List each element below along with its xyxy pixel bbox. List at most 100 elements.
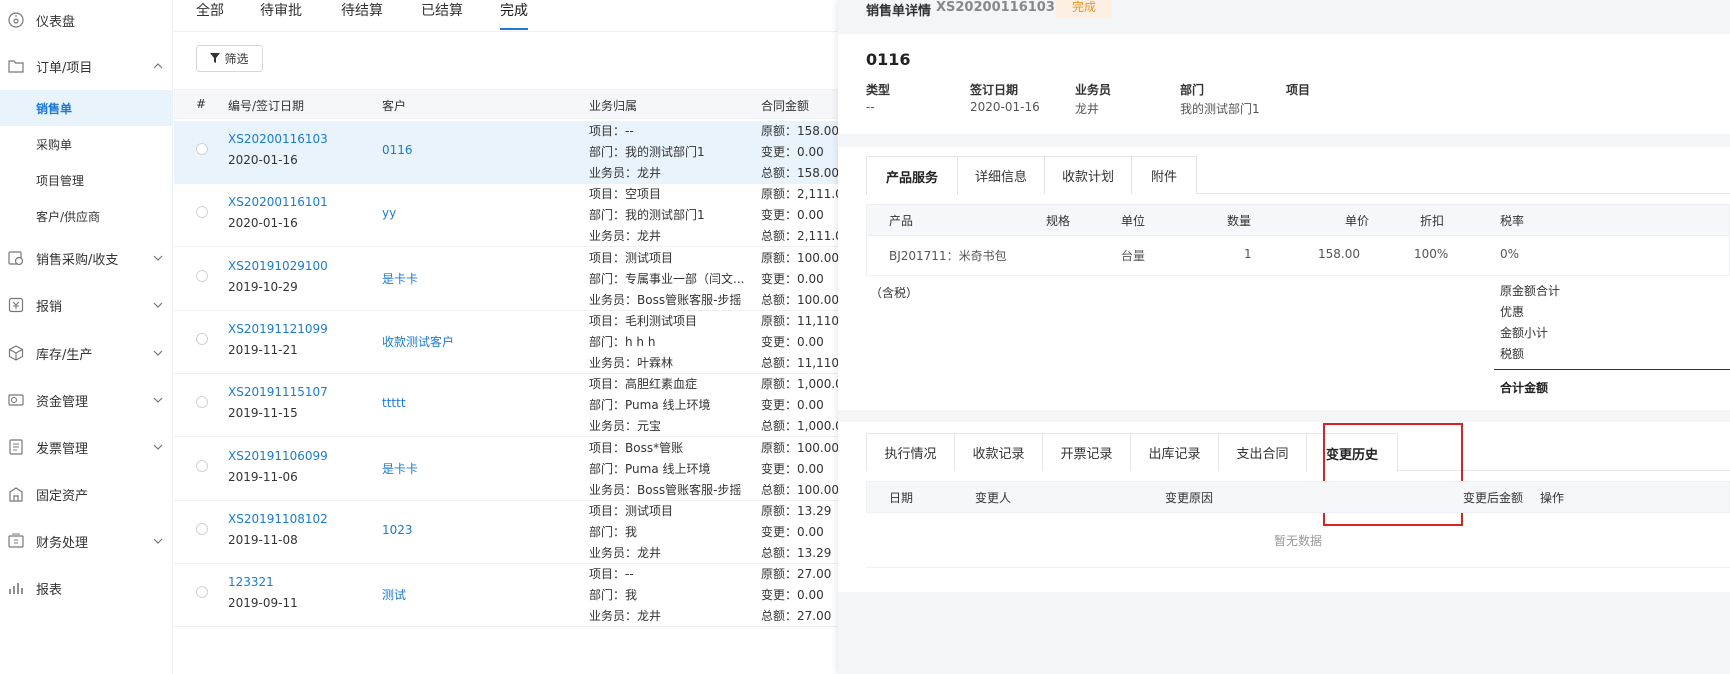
detail-panel: 销售单详情 XS20200116103 完成 0116 类型 签订日期 业务员 … bbox=[838, 0, 1730, 674]
row-radio[interactable] bbox=[196, 522, 208, 535]
row-radio[interactable] bbox=[196, 206, 208, 219]
chart-icon bbox=[8, 580, 24, 596]
records-card: 执行情况 收款记录 开票记录 出库记录 支出合同 变更历史 日期 变更人 变更原… bbox=[838, 422, 1730, 592]
tab-payment-records[interactable]: 收款记录 bbox=[954, 433, 1043, 471]
tab-attachments[interactable]: 附件 bbox=[1131, 156, 1197, 194]
cell-unit: 台量 bbox=[1121, 249, 1146, 263]
row-radio[interactable] bbox=[196, 143, 208, 155]
order-date: 2019-11-21 bbox=[228, 342, 298, 357]
sidebar-item-invoices[interactable]: 发票管理 bbox=[0, 427, 173, 467]
customer-link[interactable]: 测试 bbox=[382, 586, 406, 603]
amount-change: 变更：0.00 bbox=[761, 524, 824, 539]
info-value-date: 2020-01-16 bbox=[970, 100, 1040, 114]
tab-pending-settlement[interactable]: 待结算 bbox=[341, 0, 383, 30]
sidebar-subitem-sales[interactable]: 销售单 bbox=[0, 90, 173, 126]
col-new-amount: 变更后金额 bbox=[1463, 491, 1524, 505]
amount-change: 变更：0.00 bbox=[761, 145, 824, 159]
tab-expense-contracts[interactable]: 支出合同 bbox=[1218, 433, 1307, 471]
customer-link[interactable]: 收款测试客户 bbox=[382, 333, 454, 350]
order-code-link[interactable]: XS20191029100 bbox=[228, 259, 328, 273]
order-code-link[interactable]: XS20191106099 bbox=[228, 449, 328, 463]
customer-link[interactable]: 是卡卡 bbox=[382, 460, 418, 477]
customer-link[interactable]: yy bbox=[382, 206, 396, 220]
table-row[interactable]: XS20191106099 2019-11-06 是卡卡 项目：Boss*管账 部门：P… bbox=[174, 438, 838, 501]
tab-execution[interactable]: 执行情况 bbox=[866, 433, 955, 471]
order-date: 2019-11-08 bbox=[228, 532, 298, 547]
order-code-link[interactable]: XS20200116103 bbox=[228, 132, 328, 146]
tab-pending-approval[interactable]: 待审批 bbox=[260, 0, 302, 30]
tab-outbound-records[interactable]: 出库记录 bbox=[1130, 433, 1219, 471]
table-row[interactable]: XS20191121099 2019-11-21 收款测试客户 项目：毛利测试项目 部门… bbox=[174, 311, 838, 374]
sidebar-subitem-customers[interactable]: 客户/供应商 bbox=[0, 198, 173, 234]
col-reason: 变更原因 bbox=[1165, 491, 1214, 505]
sidebar-item-finance[interactable]: 财务处理 bbox=[0, 521, 173, 561]
detail-header: 销售单详情 XS20200116103 完成 bbox=[838, 0, 1730, 32]
order-code-link[interactable]: XS20191108102 bbox=[228, 512, 328, 526]
sidebar-item-sales-purchase[interactable]: 销售采购/收支 bbox=[0, 238, 173, 278]
table-row[interactable]: XS20200116103 2020-01-16 0116 项目：-- 部门：我的测试部… bbox=[174, 121, 838, 184]
box-icon bbox=[8, 345, 24, 361]
sidebar-item-inventory[interactable]: 库存/生产 bbox=[0, 333, 173, 373]
detail-code: XS20200116103 bbox=[936, 0, 1055, 15]
amount-original: 原额：13.29 bbox=[761, 503, 832, 518]
sidebar-item-assets[interactable]: 固定资产 bbox=[0, 474, 173, 514]
order-code-link[interactable]: 123321 bbox=[228, 575, 274, 589]
sidebar-item-reimburse[interactable]: 报销 bbox=[0, 285, 173, 325]
product-table-header: 产品 规格 单位 数量 单价 折扣 税率 bbox=[866, 204, 1730, 236]
row-radio[interactable] bbox=[196, 396, 208, 409]
sidebar-subitem-label: 项目管理 bbox=[36, 173, 85, 188]
row-radio[interactable] bbox=[196, 269, 208, 282]
order-name: 0116 bbox=[866, 50, 911, 69]
customer-link[interactable]: ttttt bbox=[382, 396, 406, 410]
table-row[interactable]: 123321 2019-09-11 测试 项目：-- 部门：我 业务员：龙井 原额：27.0… bbox=[174, 564, 838, 628]
row-radio[interactable] bbox=[196, 586, 208, 599]
sidebar-subitem-projects[interactable]: 项目管理 bbox=[0, 162, 173, 198]
customer-link[interactable]: 1023 bbox=[382, 523, 413, 537]
col-tax: 税率 bbox=[1500, 214, 1525, 228]
col-price: 单价 bbox=[1345, 214, 1370, 228]
tax-note: （含税） bbox=[870, 286, 919, 300]
tab-invoice-records[interactable]: 开票记录 bbox=[1042, 433, 1131, 471]
finance-icon bbox=[8, 533, 24, 549]
row-radio[interactable] bbox=[196, 332, 208, 345]
table-row[interactable]: BJ201711：米奇书包 台量 1 158.00 100% 0% bbox=[866, 236, 1730, 276]
business-project: 项目：高胆红素血症 bbox=[589, 377, 698, 392]
sidebar-item-label: 销售采购/收支 bbox=[36, 252, 119, 268]
sidebar-item-dashboard[interactable]: 仪表盘 bbox=[0, 0, 173, 40]
tab-details[interactable]: 详细信息 bbox=[957, 156, 1045, 194]
order-code-link[interactable]: XS20200116101 bbox=[228, 195, 328, 209]
order-code-link[interactable]: XS20191121099 bbox=[228, 322, 328, 336]
tab-payment-plan[interactable]: 收款计划 bbox=[1044, 156, 1132, 194]
empty-state: 暂无数据 bbox=[866, 513, 1730, 568]
business-project: 项目：空项目 bbox=[589, 187, 662, 202]
filter-button[interactable]: 筛选 bbox=[196, 45, 263, 72]
tab-change-history[interactable]: 变更历史 bbox=[1306, 433, 1398, 472]
basic-info-card: 0116 类型 签订日期 业务员 部门 项目 -- 2020-01-16 龙井 … bbox=[838, 34, 1730, 134]
amount-change: 变更：0.00 bbox=[761, 271, 824, 286]
order-code-link[interactable]: XS20191115107 bbox=[228, 385, 328, 399]
detail-title: 销售单详情 bbox=[866, 4, 932, 19]
tab-completed[interactable]: 完成 bbox=[500, 0, 528, 30]
amount-original: 原额：27.00 bbox=[761, 567, 832, 582]
table-row[interactable]: XS20200116101 2020-01-16 yy 项目：空项目 部门：我的测试部门… bbox=[174, 184, 838, 248]
sidebar-item-funds[interactable]: 资金管理 bbox=[0, 380, 173, 420]
table-row[interactable]: XS20191029100 2019-10-29 是卡卡 项目：测试项目 部门：专属事业… bbox=[174, 248, 838, 311]
info-label-type: 类型 bbox=[866, 83, 891, 97]
summary-grand-total: 合计金额 bbox=[1500, 381, 1549, 395]
row-radio[interactable] bbox=[196, 459, 208, 472]
sidebar-subitem-purchase[interactable]: 采购单 bbox=[0, 126, 173, 162]
business-salesperson: 业务员：龙井 bbox=[589, 166, 662, 180]
tab-settled[interactable]: 已结算 bbox=[421, 0, 463, 30]
customer-link[interactable]: 0116 bbox=[382, 143, 413, 157]
business-project: 项目：测试项目 bbox=[589, 503, 674, 518]
money-icon bbox=[8, 392, 24, 408]
table-row[interactable]: XS20191108102 2019-11-08 1023 项目：测试项目 部门：我 业务… bbox=[174, 501, 838, 564]
sidebar-item-orders[interactable]: 订单/项目 bbox=[0, 46, 173, 86]
tab-product-service[interactable]: 产品服务 bbox=[866, 156, 958, 195]
sidebar-subitem-label: 采购单 bbox=[36, 137, 73, 152]
customer-link[interactable]: 是卡卡 bbox=[382, 270, 418, 287]
table-row[interactable]: XS20191115107 2019-11-15 ttttt 项目：高胆红素血症 部门：… bbox=[174, 374, 838, 438]
business-project: 项目：测试项目 bbox=[589, 250, 674, 265]
tab-all[interactable]: 全部 bbox=[196, 0, 224, 30]
sidebar-item-reports[interactable]: 报表 bbox=[0, 568, 173, 608]
